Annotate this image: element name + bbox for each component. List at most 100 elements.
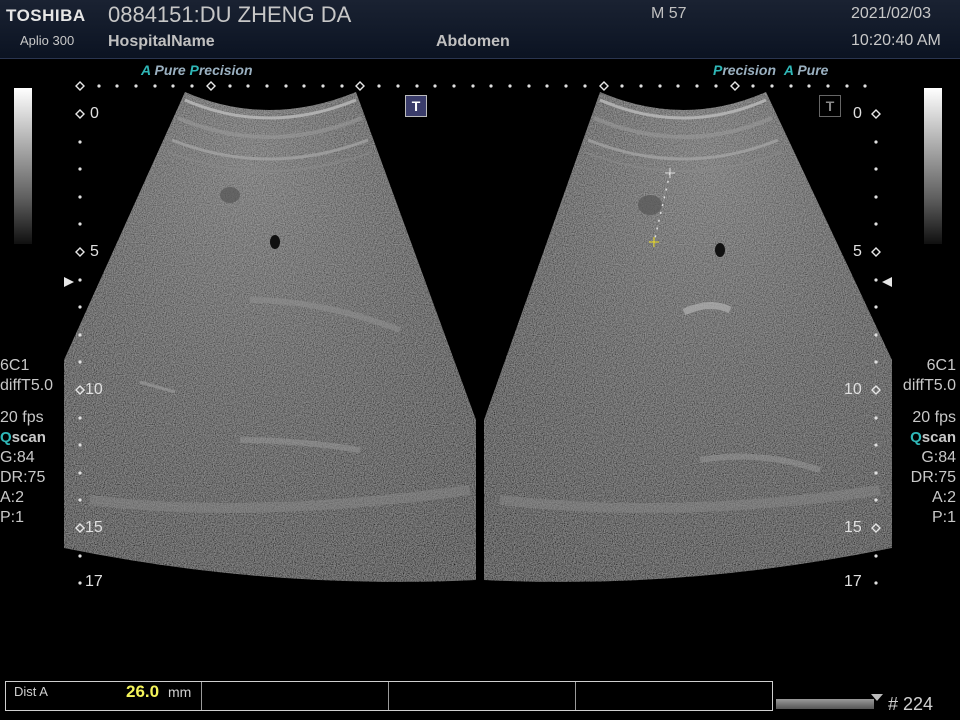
left-grayscale-bar [14,88,32,244]
right-p-value: P:1 [931,509,956,526]
right-parameter-panel: 6C1 diffT5.0 20 fps Qscan G:84 DR:75 A:2… [903,356,956,528]
left-p-value: P:1 [0,509,25,526]
exam-type: Abdomen [436,33,510,50]
right-fps: 20 fps [912,409,956,426]
right-depth-minor-tick [874,333,878,337]
left-depth-minor-tick [78,581,82,585]
right-gain: G:84 [921,449,956,466]
right-depth-minor-tick [874,554,878,558]
lateral-scale-dot [489,84,493,88]
lateral-scale-dot [134,84,138,88]
right-depth-minor-tick [874,222,878,226]
left-depth-minor-tick [78,167,82,171]
patient-sex-age: M 57 [651,5,687,22]
lateral-scale-dot [620,84,624,88]
right-depth-major-tick [871,247,881,257]
left-processing-label: A Pure Precision [141,62,253,78]
left-depth-17: 17 [85,573,103,590]
lateral-scale-dot [658,84,662,88]
measurement-cell-empty-2[interactable] [389,682,576,710]
left-ultrasound-sector [64,92,476,582]
right-depth-minor-tick [874,498,878,502]
lateral-scale-dot [433,84,437,88]
left-depth-minor-tick [78,195,82,199]
left-depth-minor-tick [78,222,82,226]
lateral-scale-major-tick [355,81,365,91]
ultrasound-image-area [64,81,892,585]
left-depth-minor-tick [78,333,82,337]
lateral-scale-dot [265,84,269,88]
right-depth-0: 0 [853,105,862,122]
lateral-scale-dot [527,84,531,88]
left-gain: G:84 [0,449,35,466]
measurement-cell-empty-3[interactable] [576,682,772,710]
right-scan-mode: Qscan [910,429,956,446]
brand-logo: TOSHIBA [6,6,86,25]
left-focus-marker[interactable] [64,277,74,287]
right-t-marker[interactable]: T [819,95,841,117]
exam-time: 10:20:40 AM [851,32,941,49]
lateral-scale-dot [321,84,325,88]
lateral-scale-dot [807,84,811,88]
lateral-scale-dot [415,84,419,88]
device-model: Aplio 300 [20,33,75,48]
left-depth-minor-tick [78,360,82,364]
lateral-scale-dot [676,84,680,88]
right-processing-label: Precision A Pure [713,62,829,78]
right-focus-marker[interactable] [882,277,892,287]
left-depth-minor-tick [78,554,82,558]
right-depth-minor-tick [874,360,878,364]
cine-marker-icon [871,694,883,701]
lateral-scale-dot [284,84,288,88]
lateral-scale-dot [826,84,830,88]
lateral-scale-dot [863,84,867,88]
cine-progress-bar[interactable] [776,699,874,709]
lateral-scale-dot [695,84,699,88]
lateral-scale-major-tick [599,81,609,91]
right-depth-15: 15 [844,519,862,536]
right-probe: 6C1 [926,357,956,374]
right-depth-minor-tick [874,471,878,475]
lateral-scale-dot [845,84,849,88]
right-depth-minor-tick [874,416,878,420]
left-depth-0: 0 [90,105,99,122]
right-depth-minor-tick [874,581,878,585]
lateral-scale-dot [471,84,475,88]
left-t-marker[interactable]: T [405,95,427,117]
left-depth-minor-tick [78,498,82,502]
left-a-value: A:2 [0,489,25,506]
measurement-table: Dist A 26.0 mm [5,681,773,711]
measurement-unit: mm [168,684,192,700]
measurement-cell-empty-1[interactable] [202,682,389,710]
left-parameter-panel: 6C1 diffT5.0 20 fps Qscan G:84 DR:75 A:2… [0,356,53,528]
lateral-scale-dot [190,84,194,88]
lateral-scale-dot [583,84,587,88]
right-depth-10: 10 [844,381,862,398]
right-ultrasound-sector [484,92,892,582]
left-fps: 20 fps [0,409,44,426]
lateral-scale-dot [97,84,101,88]
measurement-label: Dist A [14,684,48,699]
exam-date: 2021/02/03 [851,5,932,22]
right-dynamic-range: DR:75 [910,469,956,486]
lateral-scale-dot [302,84,306,88]
left-probe: 6C1 [0,357,30,374]
patient-id-name: 0884151:DU ZHENG DA [108,2,352,27]
left-depth-minor-tick [78,305,82,309]
measurement-cell-dist-a[interactable]: Dist A 26.0 mm [6,682,202,710]
left-scan-mode: Qscan [0,429,46,446]
left-depth-minor-tick [78,471,82,475]
right-grayscale-bar [924,88,942,244]
header-bar: TOSHIBA Aplio 300 0884151:DU ZHENG DA Ho… [0,0,960,59]
lateral-scale-dot [246,84,250,88]
right-depth-minor-tick [874,305,878,309]
left-depth-minor-tick [78,416,82,420]
lateral-scale-dot [340,84,344,88]
lateral-scale-dot [115,84,119,88]
left-depth-minor-tick [78,140,82,144]
lateral-scale-dot [228,84,232,88]
right-depth-5: 5 [853,243,862,260]
frame-number: # 224 [888,694,934,714]
right-depth-minor-tick [874,443,878,447]
right-a-value: A:2 [931,489,956,506]
